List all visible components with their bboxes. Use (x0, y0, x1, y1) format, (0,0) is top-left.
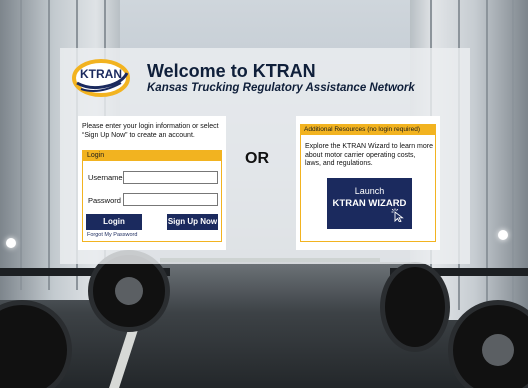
trailer-light (6, 238, 16, 248)
password-label: Password (88, 196, 121, 205)
resources-section-header: Additional Resources (no login required) (300, 124, 436, 135)
username-label: Username (88, 173, 123, 182)
login-instructions: Please enter your login information or s… (82, 123, 219, 139)
trailer-rib (486, 0, 488, 310)
or-separator: OR (245, 150, 269, 167)
trailer-light (498, 230, 508, 240)
truck-wheel (380, 262, 450, 352)
sign-up-button[interactable]: Sign Up Now (167, 214, 218, 230)
ktran-logo: KTRAN (72, 59, 130, 97)
username-input[interactable] (123, 171, 218, 184)
forgot-password-link[interactable]: Forgot My Password (87, 232, 137, 238)
login-button[interactable]: Login (86, 214, 142, 230)
page-title: Welcome to KTRAN (147, 61, 316, 81)
password-input[interactable] (123, 193, 218, 206)
wizard-button-line1: Launch (354, 186, 385, 196)
svg-text:KTRAN: KTRAN (80, 67, 122, 81)
login-section-header: Login (82, 150, 222, 161)
page-subtitle: Kansas Trucking Regulatory Assistance Ne… (147, 82, 415, 94)
trailer-rib (20, 0, 22, 290)
cursor-click-icon (391, 208, 404, 222)
wheel-hub (115, 277, 143, 305)
wheel-hub (482, 334, 514, 366)
launch-wizard-button[interactable]: Launch KTRAN WIZARD (327, 178, 412, 229)
resources-description: Explore the KTRAN Wizard to learn more a… (305, 143, 433, 168)
trailer-rib (512, 0, 514, 310)
trailer-rib (48, 0, 50, 290)
